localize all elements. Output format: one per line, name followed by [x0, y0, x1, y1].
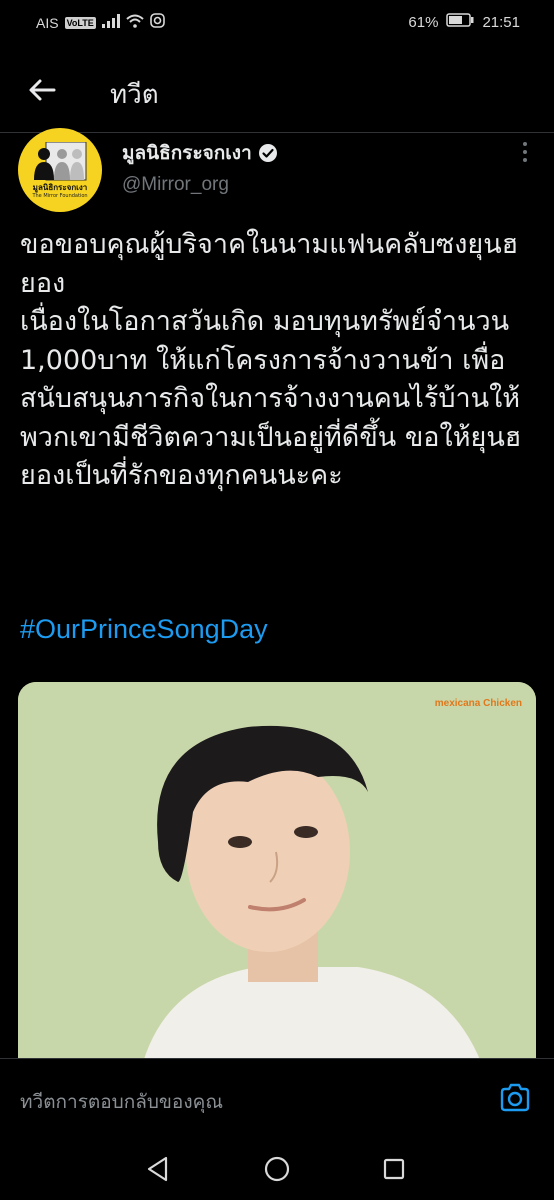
carrier-label: AIS	[36, 14, 59, 31]
nav-recent-apps-icon[interactable]	[383, 1158, 405, 1180]
status-bar: AIS VoLTE 61% 21:51	[0, 0, 554, 46]
tweet-text: ขอขอบคุณผู้บริจาคในนามแฟนคลับซงยุนฮยอง เ…	[20, 229, 522, 491]
signal-icon	[101, 13, 120, 32]
hashtag-link[interactable]: #OurPrinceSongDay	[20, 614, 268, 645]
battery-icon	[446, 13, 474, 31]
media-brand-watermark: mexicana Chicken	[434, 698, 522, 709]
app-header: ทวีต	[0, 46, 554, 133]
instagram-icon	[149, 13, 165, 32]
avatar-sublabel: The Mirror Foundation	[32, 193, 88, 199]
back-arrow-icon[interactable]	[26, 74, 58, 106]
author-handle[interactable]: @Mirror_org	[122, 174, 229, 196]
verified-badge-icon	[258, 143, 278, 163]
author-name-text: มูลนิธิกระจกเงา	[122, 142, 252, 164]
more-options-icon[interactable]	[522, 140, 528, 164]
portrait-image	[18, 682, 536, 1082]
page-title: ทวีต	[110, 80, 159, 110]
clock: 21:51	[482, 13, 520, 31]
nav-back-icon[interactable]	[146, 1156, 170, 1182]
status-left: AIS VoLTE	[36, 13, 165, 32]
volte-badge: VoLTE	[64, 16, 96, 29]
battery-percent: 61%	[408, 13, 439, 31]
foundation-logo-icon	[32, 141, 88, 182]
status-right: 61% 21:51	[408, 13, 520, 31]
nav-home-icon[interactable]	[264, 1156, 290, 1182]
wifi-icon	[126, 14, 144, 32]
author-name[interactable]: มูลนิธิกระจกเงา	[122, 138, 278, 168]
avatar-label: มูลนิธิกระจกเงา	[32, 183, 88, 192]
tweet-media-image[interactable]: mexicana Chicken	[18, 682, 536, 1082]
reply-input[interactable]: ทวีตการตอบกลับของคุณ	[20, 1087, 223, 1117]
camera-icon[interactable]	[498, 1081, 532, 1115]
avatar[interactable]: มูลนิธิกระจกเงา The Mirror Foundation	[18, 128, 102, 212]
reply-bar: ทวีตการตอบกลับของคุณ	[0, 1058, 554, 1139]
system-nav-bar	[0, 1138, 554, 1200]
